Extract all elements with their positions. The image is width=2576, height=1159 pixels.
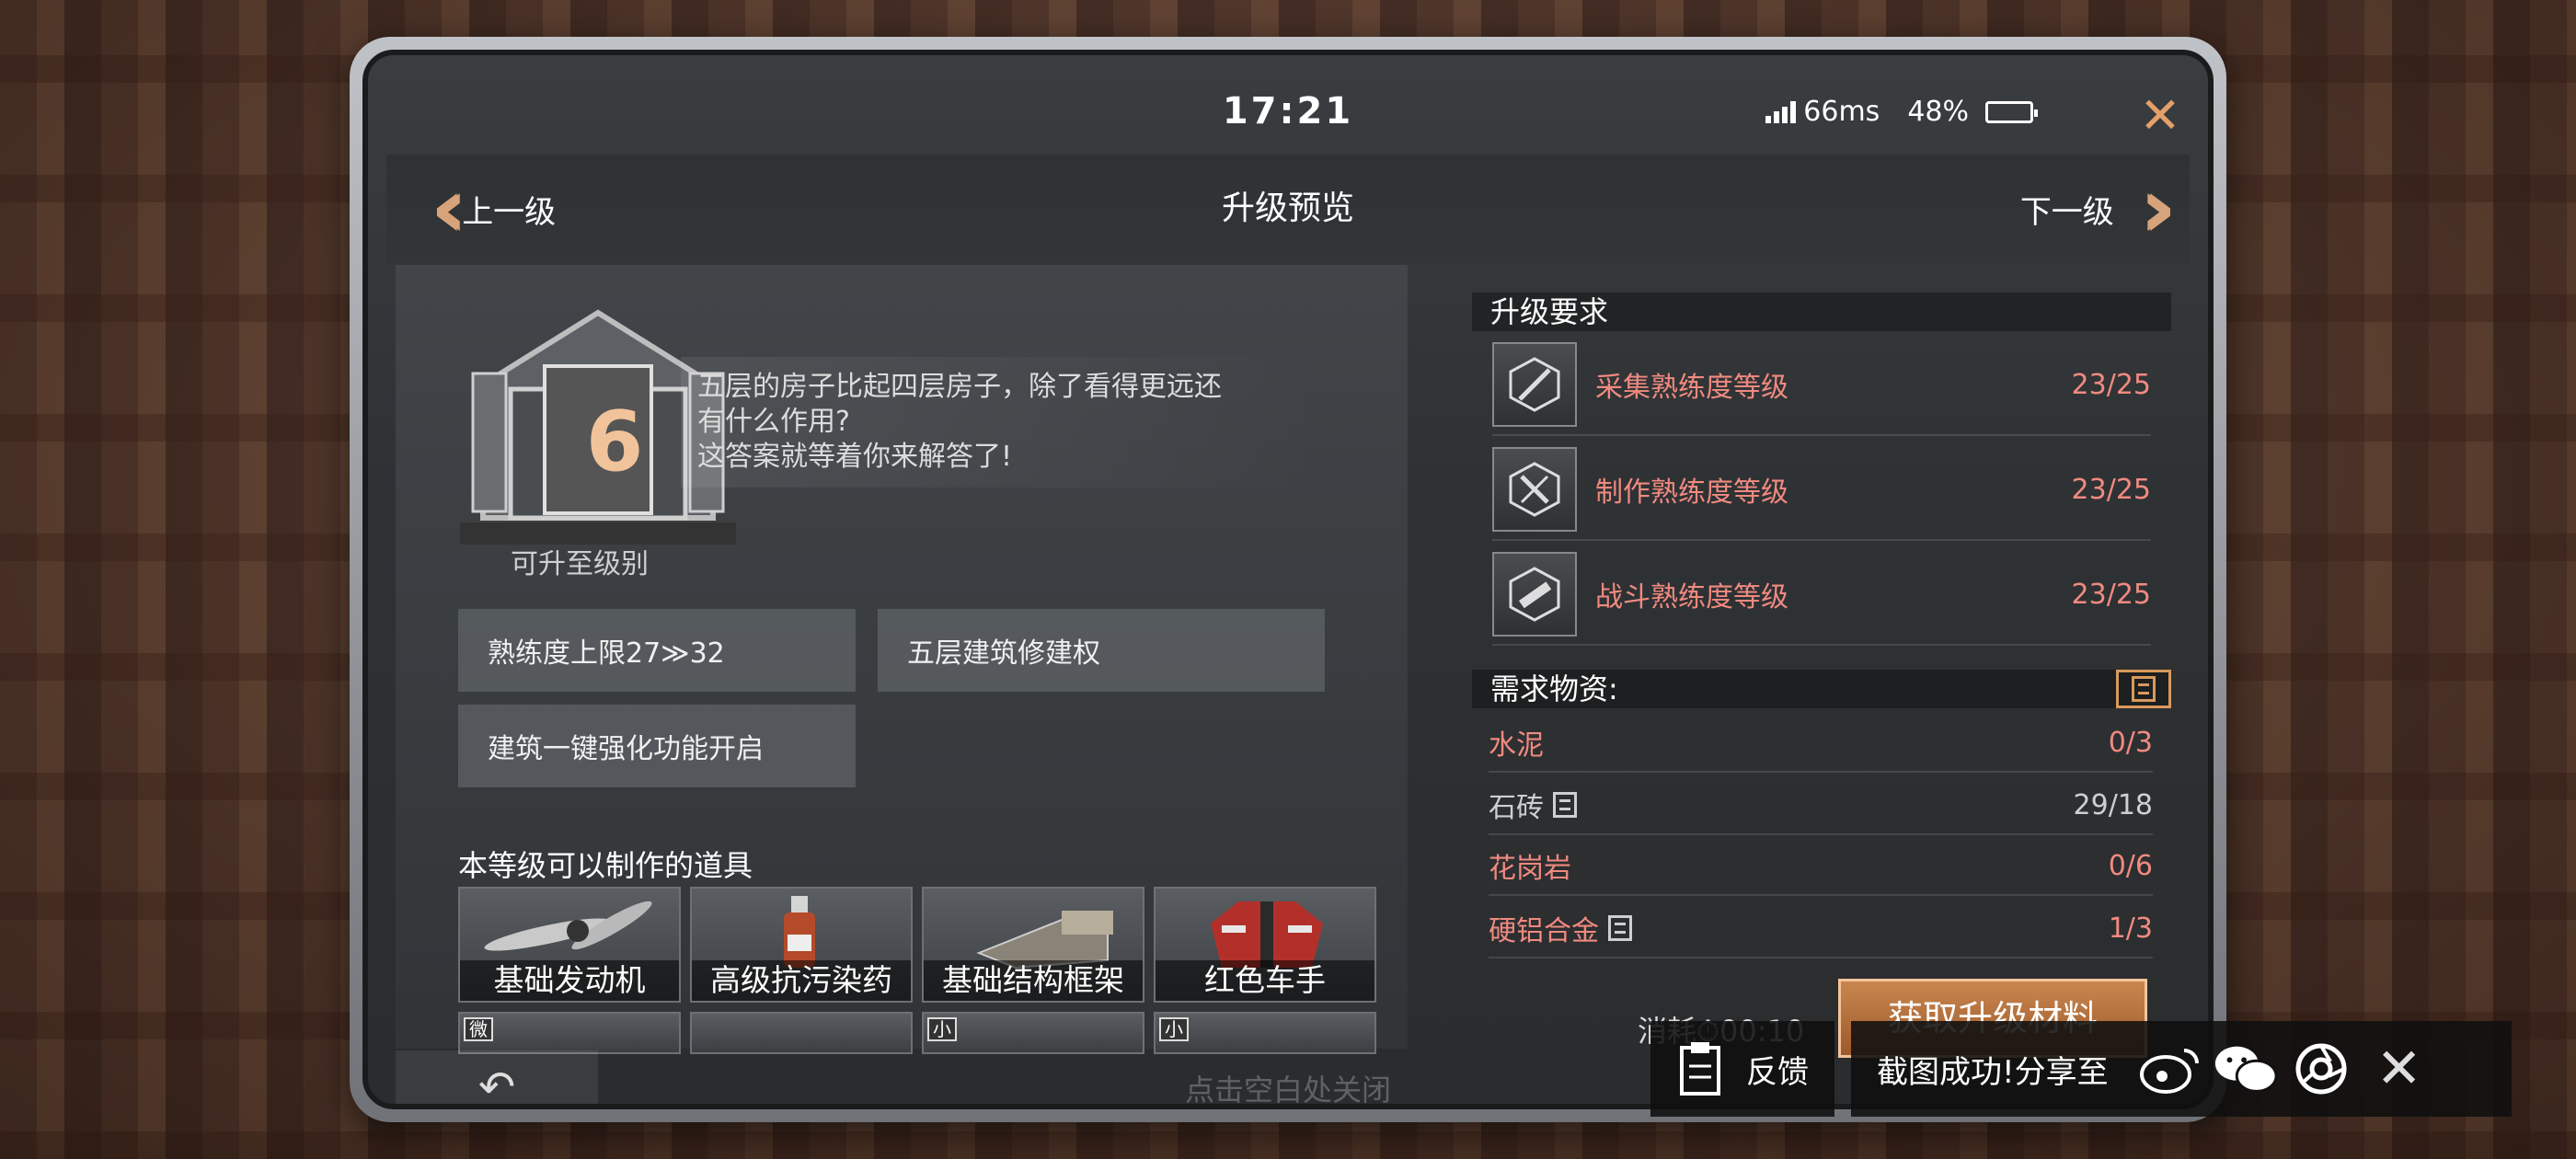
craftable-item-partial[interactable]: 微 <box>458 1012 681 1054</box>
craftable-item-partial[interactable] <box>690 1012 913 1054</box>
ping-text: 66ms <box>1803 96 1880 128</box>
material-row: 硬铝合金 1/3 <box>1489 900 2153 958</box>
material-name-wrap: 硬铝合金 <box>1489 908 2109 948</box>
materials-header: 需求物资: <box>1472 670 2171 708</box>
target-level-number: 6 <box>585 394 644 490</box>
material-value: 1/3 <box>2108 912 2153 945</box>
material-value: 0/6 <box>2108 849 2153 882</box>
chevron-right-icon: ›› <box>2139 160 2178 257</box>
requirement-gather: 采集熟练度等级 23/25 <box>1492 335 2151 436</box>
requirements-panel: 升级要求 采集熟练度等级 23/25 制作熟练度等级 23/25 战斗熟练度等级… <box>1472 265 2171 1058</box>
device-frame: 17:21 66ms 48% ✕ ‹‹ 上一级 升级预览 下一级 ›› 6 可升… <box>350 37 2226 1122</box>
requirement-craft: 制作熟练度等级 23/25 <box>1492 440 2151 541</box>
medicine-bottle-icon <box>784 896 815 968</box>
level-description: 五层的房子比起四层房子，除了看得更远还 有什么作用? 这答案就等着你来解答了! <box>681 357 1325 488</box>
material-name: 硬铝合金 <box>1489 915 1599 947</box>
material-name: 石砖 <box>1489 792 1544 824</box>
requirement-label: 采集熟练度等级 <box>1595 372 1788 404</box>
header-bar: ‹‹ 上一级 升级预览 下一级 ›› <box>386 155 2190 263</box>
craftables-title: 本等级可以制作的道具 <box>458 848 753 883</box>
share-bar: 截图成功!分享至 ✕ <box>1851 1021 2512 1117</box>
perk-build-right: 五层建筑修建权 <box>878 609 1325 692</box>
materials-title: 需求物资: <box>1490 671 1618 706</box>
weibo-icon[interactable] <box>2136 1035 2204 1103</box>
requirement-value: 23/25 <box>2071 368 2151 401</box>
item-size-tag: 小 <box>927 1017 957 1041</box>
structure-frame-icon <box>976 911 1113 970</box>
craftable-item-partial[interactable]: 小 <box>1154 1012 1376 1054</box>
signal-icon <box>1765 100 1797 123</box>
item-label: 红色车手 <box>1156 960 1374 1001</box>
description-line: 这答案就等着你来解答了! <box>697 441 1013 473</box>
requirement-value: 23/25 <box>2071 473 2151 506</box>
requirements-title: 升级要求 <box>1472 293 2171 331</box>
camera-shutter-icon[interactable] <box>2287 1035 2355 1103</box>
next-level-button[interactable]: 下一级 ›› <box>2019 155 2178 263</box>
perk-skill-cap: 熟练度上限27≫32 <box>458 609 856 692</box>
page-title: 升级预览 <box>1221 189 1354 227</box>
material-name: 花岗岩 <box>1489 853 1571 885</box>
combat-skill-icon <box>1492 552 1577 637</box>
material-row: 水泥 0/3 <box>1489 714 2153 773</box>
level-info-panel: 6 可升至级别 五层的房子比起四层房子，除了看得更远还 有什么作用? 这答案就等… <box>396 265 1408 1054</box>
storage-icon <box>1553 792 1577 818</box>
storage-icon <box>2132 676 2156 702</box>
status-indicators: 66ms 48% <box>1765 96 2038 128</box>
feedback-button[interactable]: 反馈 <box>1650 1021 1834 1117</box>
item-label: 基础结构框架 <box>924 960 1143 1001</box>
requirement-label: 战斗熟练度等级 <box>1595 581 1788 614</box>
requirement-combat: 战斗熟练度等级 23/25 <box>1492 545 2151 646</box>
share-message: 截图成功!分享至 <box>1877 1053 2109 1091</box>
requirement-value: 23/25 <box>2071 578 2151 611</box>
material-value: 29/18 <box>2073 788 2153 821</box>
description-line: 有什么作用? <box>697 406 850 438</box>
item-label: 高级抗污染药 <box>692 960 911 1001</box>
craftable-item-frame[interactable]: 基础结构框架 <box>922 887 1144 1003</box>
target-level-caption: 可升至级别 <box>511 548 649 580</box>
close-icon[interactable]: ✕ <box>2133 88 2188 143</box>
item-size-tag: 小 <box>1159 1017 1189 1041</box>
jacket-icon <box>1211 901 1323 968</box>
clipboard-icon <box>1680 1042 1720 1096</box>
wechat-icon[interactable] <box>2212 1035 2280 1103</box>
craftable-item-red-racer[interactable]: 红色车手 <box>1154 887 1376 1003</box>
storage-button[interactable] <box>2116 670 2171 708</box>
battery-icon <box>1985 100 2038 123</box>
material-row: 花岗岩 0/6 <box>1489 837 2153 896</box>
craftable-item-antipollution[interactable]: 高级抗污染药 <box>690 887 913 1003</box>
feedback-label: 反馈 <box>1746 1053 1809 1091</box>
requirement-label: 制作熟练度等级 <box>1595 476 1788 509</box>
upgrade-preview-screen: 17:21 66ms 48% ✕ ‹‹ 上一级 升级预览 下一级 ›› 6 可升… <box>362 50 2214 1109</box>
material-name: 水泥 <box>1489 729 1544 762</box>
material-name-wrap: 石砖 <box>1489 785 2074 825</box>
gather-skill-icon <box>1492 342 1577 427</box>
item-label: 基础发动机 <box>460 960 679 1001</box>
battery-text: 48% <box>1907 96 1969 128</box>
status-bar: 17:21 66ms 48% ✕ <box>368 55 2208 147</box>
share-close-icon[interactable]: ✕ <box>2363 1037 2436 1101</box>
craftable-item-partial[interactable]: 小 <box>922 1012 1144 1054</box>
perk-one-click-upgrade: 建筑一键强化功能开启 <box>458 705 856 787</box>
material-value: 0/3 <box>2108 726 2153 759</box>
next-level-label: 下一级 <box>2019 193 2114 231</box>
storage-icon <box>1608 915 1632 941</box>
engine-icon <box>484 901 652 951</box>
craft-skill-icon <box>1492 447 1577 532</box>
craftable-item-engine[interactable]: 基础发动机 <box>458 887 681 1003</box>
item-size-tag: 微 <box>464 1017 493 1041</box>
material-row: 石砖 29/18 <box>1489 776 2153 835</box>
description-line: 五层的房子比起四层房子，除了看得更远还 <box>697 371 1222 403</box>
